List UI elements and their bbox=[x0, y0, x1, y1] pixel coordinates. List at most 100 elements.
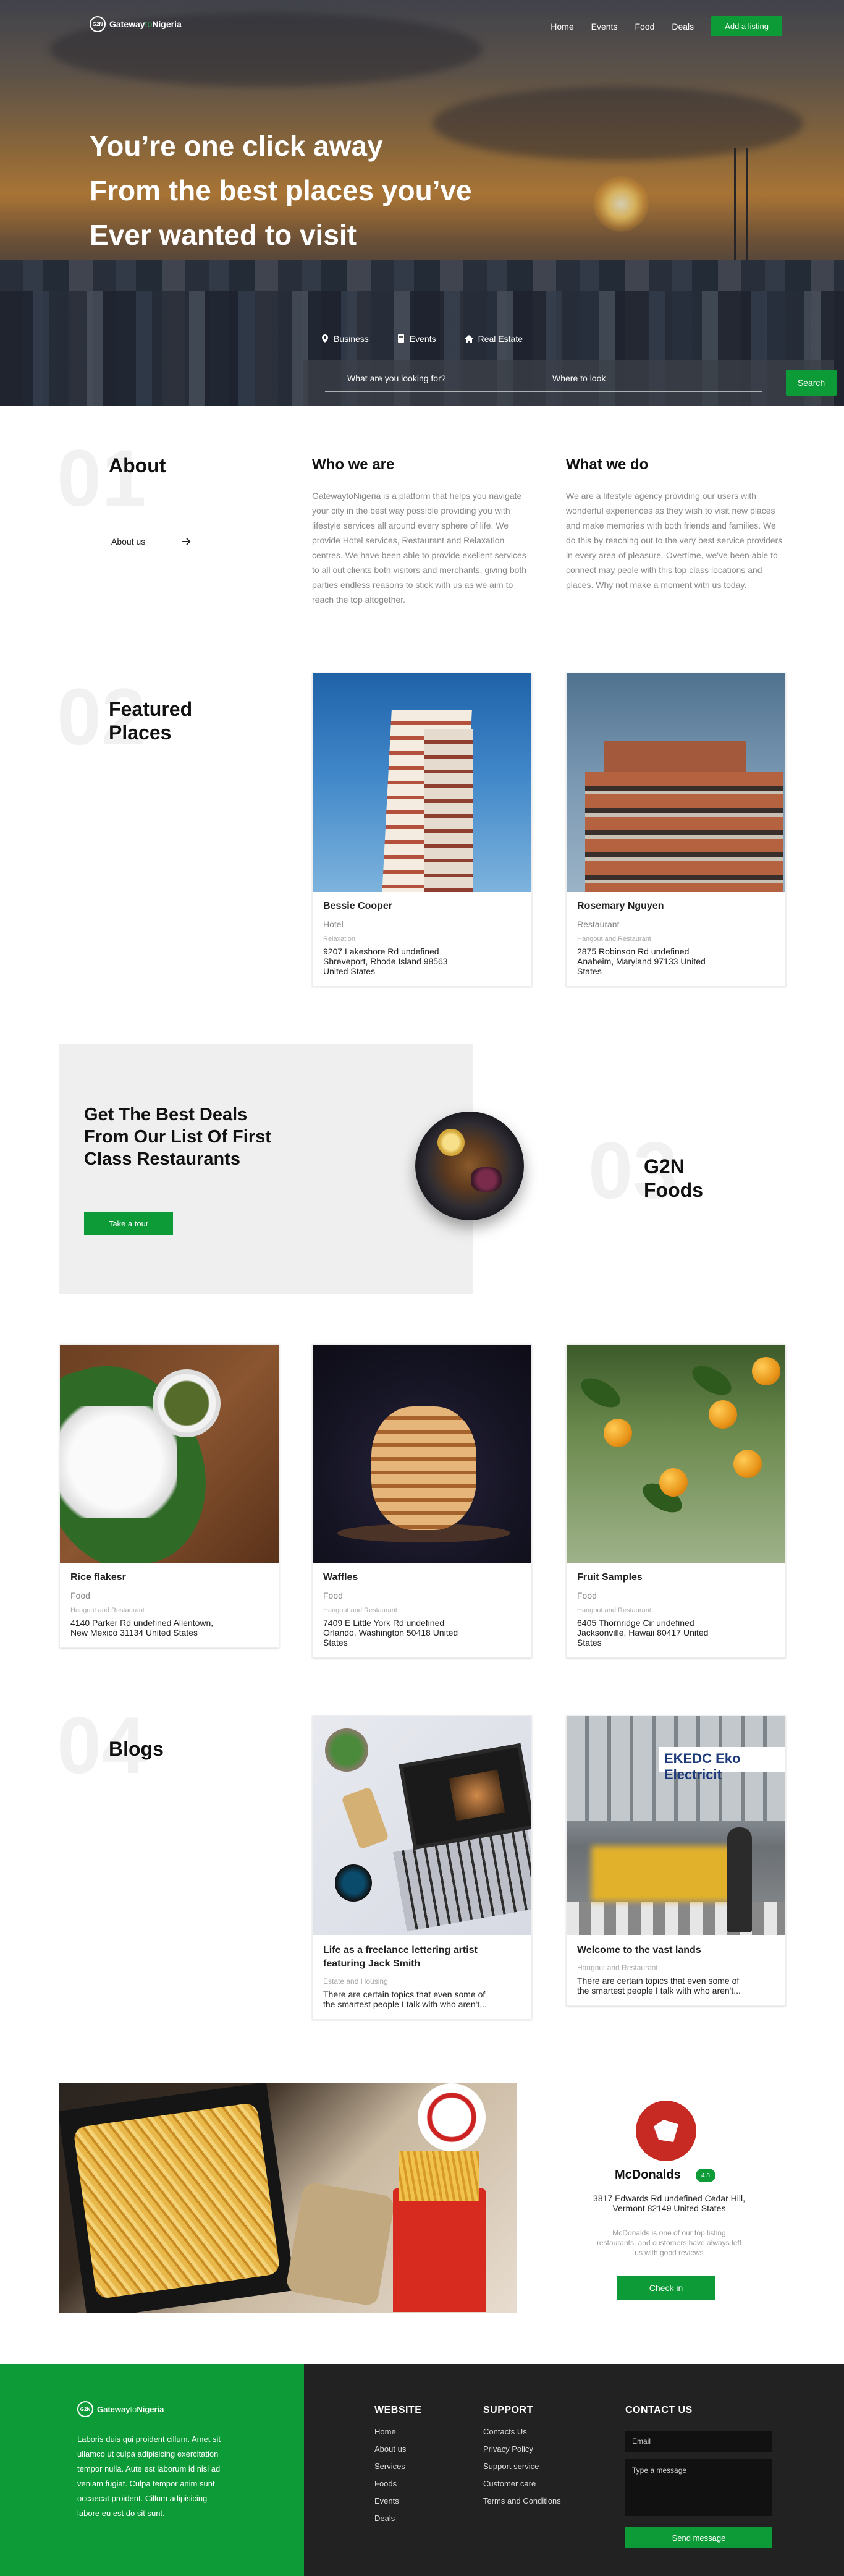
search-where-input[interactable]: Where to look bbox=[530, 367, 762, 392]
g2n-foods-title: G2N Foods bbox=[644, 1155, 703, 1202]
orange bbox=[709, 1400, 737, 1429]
footer-link[interactable]: Contacts Us bbox=[483, 2423, 561, 2441]
place-category: Hotel bbox=[323, 919, 344, 929]
top-nav: G2N Gateway to Nigeria Home Events Food De… bbox=[0, 0, 844, 49]
search-button[interactable]: Search bbox=[786, 370, 837, 396]
blog-category: Estate and Housing bbox=[323, 1977, 388, 1986]
food-address: 6405 Thornridge Cir undefined Jacksonvil… bbox=[577, 1618, 709, 1647]
nav-links: Home Events Food Deals Add a listing bbox=[551, 16, 782, 36]
nav-home[interactable]: Home bbox=[551, 22, 573, 32]
card-body: Bessie Cooper Hotel Relaxation 9207 Lake… bbox=[313, 892, 531, 986]
leaf bbox=[576, 1372, 625, 1414]
home-icon bbox=[464, 334, 473, 343]
footer-link[interactable]: About us bbox=[374, 2441, 406, 2458]
food-name: Fruit Samples bbox=[577, 1572, 643, 1583]
what-we-do-title: What we do bbox=[566, 456, 649, 473]
footer-link[interactable]: Services bbox=[374, 2458, 406, 2475]
footer-support-title: SUPPORT bbox=[483, 2405, 533, 2415]
search-bar: What are you looking for? Where to look … bbox=[303, 360, 837, 406]
blog-image: EKEDC Eko Electricit bbox=[567, 1716, 785, 1935]
footer-link[interactable]: Customer care bbox=[483, 2475, 561, 2493]
restaurant-name: McDonalds bbox=[615, 2168, 681, 2182]
deals-title: Get The Best Deals From Our List Of Firs… bbox=[84, 1105, 271, 1169]
card-body: Rosemary Nguyen Restaurant Hangout and R… bbox=[567, 892, 785, 986]
footer-link[interactable]: Support service bbox=[483, 2458, 561, 2475]
footer-link[interactable]: Deals bbox=[374, 2510, 406, 2527]
footer-link[interactable]: Privacy Policy bbox=[483, 2441, 561, 2458]
hero-line: Ever wanted to visit bbox=[90, 219, 357, 251]
check-in-button[interactable]: Check in bbox=[617, 2276, 715, 2300]
page: G2N Gateway to Nigeria Home Events Food De… bbox=[0, 0, 844, 2576]
orange bbox=[604, 1419, 632, 1447]
blogs-title: Blogs bbox=[109, 1738, 164, 1760]
blog-card[interactable]: Life as a freelance lettering artist fea… bbox=[312, 1715, 532, 2020]
email-field[interactable]: Email bbox=[625, 2431, 772, 2452]
send-message-button[interactable]: Send message bbox=[625, 2527, 772, 2548]
tab-label: Real Estate bbox=[478, 334, 523, 344]
tab-real-estate[interactable]: Real Estate bbox=[464, 334, 523, 344]
footer-text: Laboris duis qui proident cillum. Amet s… bbox=[77, 2434, 221, 2518]
tab-label: Business bbox=[334, 334, 369, 344]
leaf bbox=[687, 1359, 736, 1401]
phone bbox=[341, 1787, 389, 1850]
tower-block bbox=[424, 729, 473, 892]
tab-events[interactable]: Events bbox=[397, 334, 436, 344]
card-body: Life as a freelance lettering artist fea… bbox=[313, 1935, 531, 2019]
burger-wrap bbox=[285, 2181, 396, 2307]
logo-prefix: Gateway bbox=[109, 19, 145, 29]
who-we-are-text: GatewaytoNigeria is a platform that help… bbox=[312, 491, 527, 605]
footer-link[interactable]: Foods bbox=[374, 2475, 406, 2493]
orange bbox=[659, 1468, 688, 1497]
hero-line: From the best places you’ve bbox=[90, 174, 472, 206]
tab-business[interactable]: Business bbox=[321, 334, 369, 344]
blog-card[interactable]: EKEDC Eko Electricit Welcome to the vast… bbox=[566, 1715, 786, 2006]
hero-heading: You’re one click away From the best plac… bbox=[90, 124, 584, 257]
logo-prefix: Gateway bbox=[97, 2404, 130, 2414]
footer-link[interactable]: Events bbox=[374, 2493, 406, 2510]
restaurant-address: 3817 Edwards Rd undefined Cedar Hill, Ve… bbox=[593, 2193, 745, 2213]
food-card[interactable]: Waffles Food Hangout and Restaurant 7409… bbox=[312, 1344, 532, 1658]
card-body: Welcome to the vast lands Hangout and Re… bbox=[567, 1935, 785, 2005]
food-address: 4140 Parker Rd undefined Allentown, New … bbox=[70, 1618, 214, 1638]
place-card[interactable]: Bessie Cooper Hotel Relaxation 9207 Lake… bbox=[312, 673, 532, 987]
message-field[interactable]: Type a message bbox=[625, 2459, 772, 2516]
footer-link[interactable]: Terms and Conditions bbox=[483, 2493, 561, 2510]
place-name: Bessie Cooper bbox=[323, 901, 393, 911]
food-address: 7409 E Little York Rd undefined Orlando,… bbox=[323, 1618, 458, 1647]
food-card[interactable]: Fruit Samples Food Hangout and Restauran… bbox=[566, 1344, 786, 1658]
plant bbox=[325, 1728, 368, 1772]
food-image bbox=[567, 1345, 785, 1563]
footer-logo[interactable]: G2N Gateway to Nigeria bbox=[77, 2401, 164, 2417]
food-name: Rice flakesr bbox=[70, 1572, 126, 1583]
rating-badge: 4.8 bbox=[696, 2169, 715, 2182]
take-tour-button[interactable]: Take a tour bbox=[84, 1212, 173, 1235]
food-category: Food bbox=[323, 1591, 343, 1600]
footer-link[interactable]: Home bbox=[374, 2423, 406, 2441]
logo-to: to bbox=[130, 2404, 137, 2414]
food-category: Food bbox=[577, 1591, 597, 1600]
search-what-input[interactable]: What are you looking for? bbox=[325, 367, 530, 392]
add-listing-button[interactable]: Add a listing bbox=[711, 16, 782, 36]
site-logo[interactable]: G2N Gateway to Nigeria bbox=[90, 16, 182, 32]
food-card[interactable]: Rice flakesr Food Hangout and Restaurant… bbox=[59, 1344, 279, 1648]
hero-section: G2N Gateway to Nigeria Home Events Food De… bbox=[0, 0, 844, 406]
fries-box bbox=[393, 2188, 486, 2312]
footer-contact-title: CONTACT US bbox=[625, 2405, 693, 2415]
food-image bbox=[60, 1345, 279, 1563]
nav-food[interactable]: Food bbox=[635, 22, 654, 32]
who-we-are-title: Who we are bbox=[312, 456, 395, 473]
about-us-link[interactable]: About us bbox=[111, 537, 191, 546]
food-plate-image bbox=[415, 1112, 524, 1220]
hero-line: You’re one click away bbox=[90, 130, 383, 162]
arrow-right-icon bbox=[182, 538, 191, 545]
place-card[interactable]: Rosemary Nguyen Restaurant Hangout and R… bbox=[566, 673, 786, 987]
card-body: Waffles Food Hangout and Restaurant 7409… bbox=[313, 1563, 531, 1657]
ticket-icon bbox=[397, 334, 404, 343]
blog-category: Hangout and Restaurant bbox=[577, 1963, 658, 1972]
nav-events[interactable]: Events bbox=[591, 22, 618, 32]
drink-cup bbox=[418, 2083, 486, 2151]
mug bbox=[335, 1864, 372, 1902]
logo-mark bbox=[654, 2120, 678, 2142]
place-subcategory: Hangout and Restaurant bbox=[577, 935, 651, 943]
nav-deals[interactable]: Deals bbox=[672, 22, 694, 32]
